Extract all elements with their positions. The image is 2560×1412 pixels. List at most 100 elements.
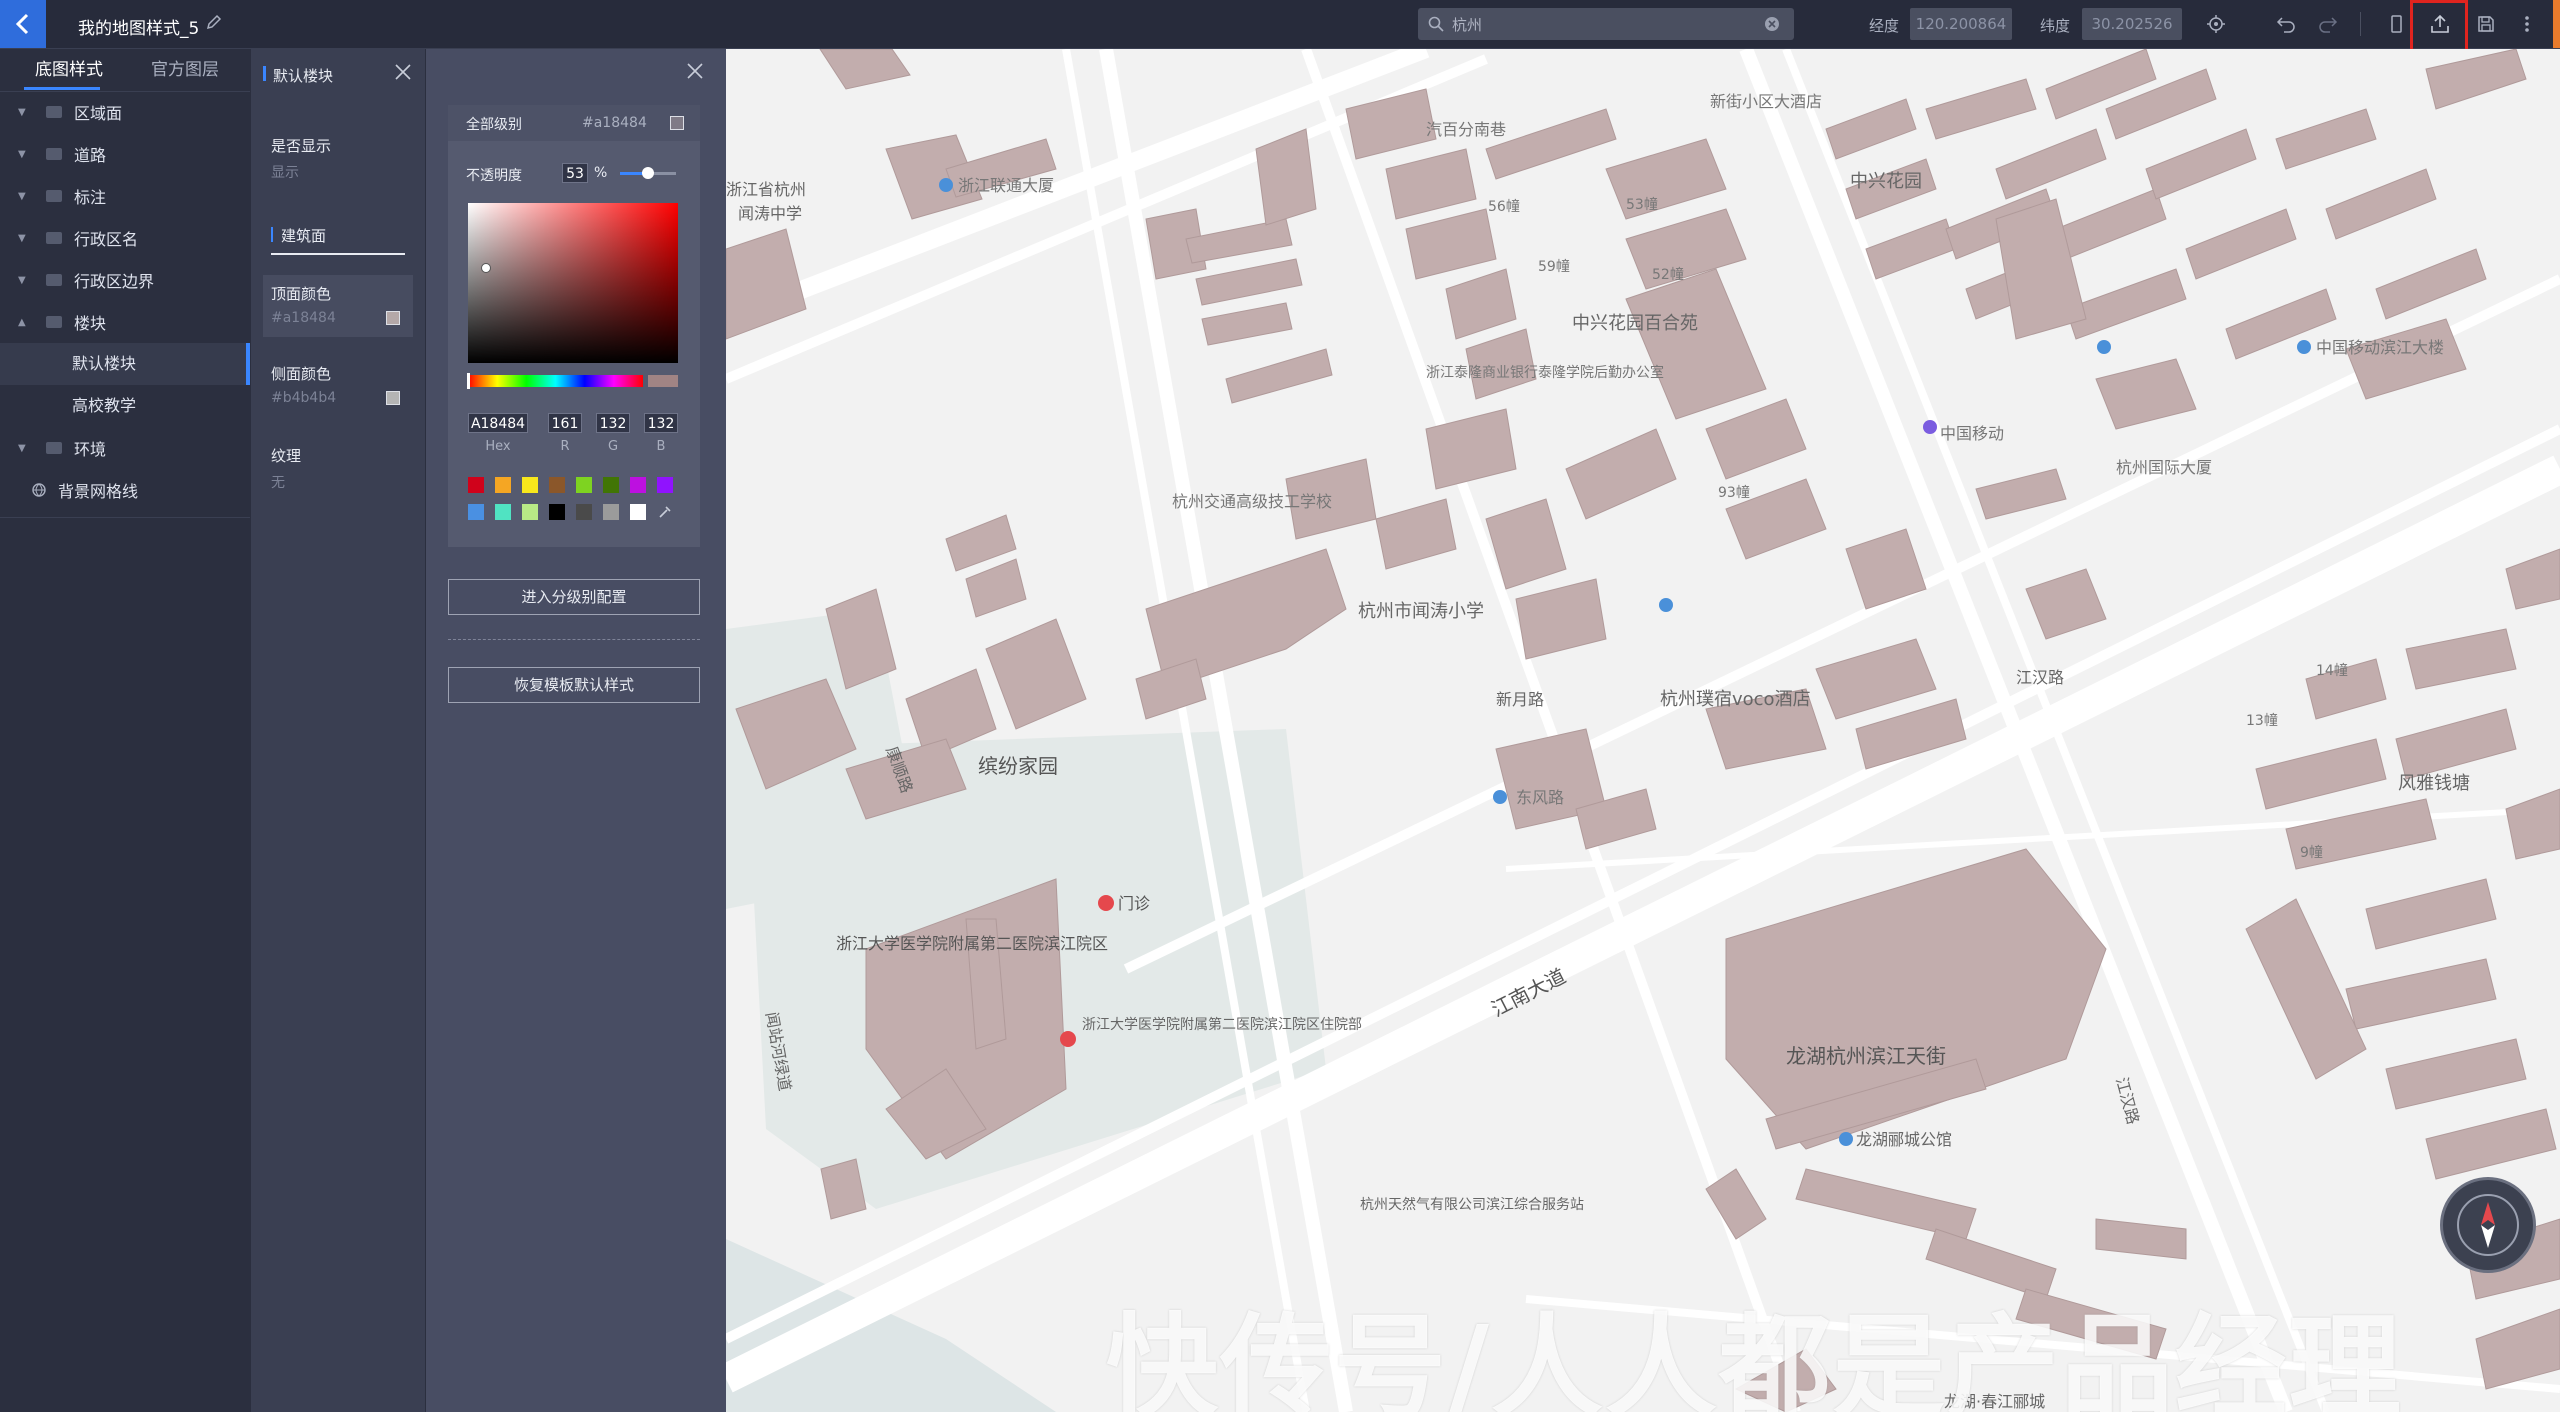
- building: [2425, 1108, 2557, 1180]
- tree-item-label: 标注: [74, 188, 107, 207]
- close-icon[interactable]: [394, 63, 412, 81]
- preset-color-swatch[interactable]: [522, 477, 538, 493]
- level-config-button[interactable]: 进入分级别配置: [448, 579, 700, 615]
- preset-color-swatch[interactable]: [657, 477, 673, 493]
- map-label: 9幢: [2300, 844, 2323, 861]
- more-icon[interactable]: [2518, 10, 2536, 38]
- hex-input[interactable]: A18484: [468, 413, 528, 433]
- opacity-input[interactable]: 53: [562, 163, 588, 183]
- saturation-value-area[interactable]: [468, 203, 678, 363]
- caret-down-icon: ▼: [18, 232, 26, 244]
- preset-color-swatch[interactable]: [603, 477, 619, 493]
- sv-cursor[interactable]: [481, 263, 491, 273]
- preset-color-swatch[interactable]: [549, 477, 565, 493]
- tree-item-building[interactable]: ▲ 楼块: [0, 301, 250, 343]
- visible-value[interactable]: 显示: [271, 162, 299, 182]
- building: [1825, 98, 1917, 160]
- longitude-field[interactable]: 120.200864: [1910, 8, 2012, 40]
- map-label: 93幢: [1718, 484, 1750, 501]
- preset-color-swatch[interactable]: [522, 504, 538, 520]
- building: [2475, 1308, 2560, 1390]
- tree-item-district-name[interactable]: ▼ 行政区名: [0, 217, 250, 259]
- latitude-field[interactable]: 30.202526: [2082, 8, 2182, 40]
- building: [2405, 628, 2517, 690]
- hue-slider[interactable]: [468, 375, 643, 387]
- edit-icon[interactable]: [204, 12, 224, 32]
- map-label: 52幢: [1652, 266, 1684, 283]
- hospital-icon: [1098, 895, 1114, 911]
- preset-color-swatch[interactable]: [576, 504, 592, 520]
- longitude-label: 经度: [1869, 17, 1900, 35]
- tree-item-label-layer[interactable]: ▼ 标注: [0, 175, 250, 217]
- top-color-value: #a18484: [271, 310, 336, 326]
- folder-icon: [46, 190, 62, 202]
- compass-control[interactable]: [2440, 1177, 2536, 1273]
- building: [1375, 498, 1457, 570]
- window-edge: [2553, 0, 2560, 48]
- preset-color-swatch[interactable]: [603, 504, 619, 520]
- tree-item-road[interactable]: ▼ 道路: [0, 133, 250, 175]
- building: [965, 558, 1027, 618]
- tree-item-default-block[interactable]: 默认楼块: [0, 343, 250, 385]
- save-icon[interactable]: [2472, 10, 2500, 38]
- color-picker-panel: 全部级别 #a18484 不透明度 53 % A18484 161 132 13…: [426, 49, 726, 1412]
- tree-item-area[interactable]: ▼ 区域面: [0, 91, 250, 133]
- building: [1625, 268, 1767, 420]
- preset-color-swatch[interactable]: [468, 477, 484, 493]
- map-label: 龙湖郦城公馆: [1856, 1130, 1952, 1149]
- preset-color-swatch[interactable]: [576, 477, 592, 493]
- preset-color-swatch[interactable]: [630, 477, 646, 493]
- poi-icon: [1839, 1132, 1853, 1146]
- preset-color-swatch[interactable]: [468, 504, 484, 520]
- hue-handle[interactable]: [467, 373, 470, 389]
- tab-official-layers[interactable]: 官方图层: [130, 49, 240, 91]
- close-icon[interactable]: [686, 62, 704, 80]
- building: [1845, 528, 1927, 610]
- caret-down-icon: ▼: [18, 274, 26, 286]
- building: [1565, 428, 1677, 520]
- tree-item-campus[interactable]: 高校教学: [0, 385, 250, 427]
- back-button[interactable]: [0, 0, 46, 48]
- building: [2255, 738, 2387, 810]
- section-marker: [271, 227, 273, 242]
- tree-item-label: 行政区边界: [74, 272, 155, 291]
- g-input[interactable]: 132: [596, 413, 630, 433]
- b-input[interactable]: 132: [644, 413, 678, 433]
- search-box[interactable]: [1418, 8, 1794, 40]
- restore-default-button[interactable]: 恢复模板默认样式: [448, 667, 700, 703]
- locate-icon[interactable]: [2202, 10, 2230, 38]
- building: [1185, 218, 1293, 264]
- preset-color-swatch[interactable]: [630, 504, 646, 520]
- redo-icon[interactable]: [2314, 10, 2342, 38]
- phone-preview-icon[interactable]: [2382, 10, 2410, 38]
- opacity-slider-handle[interactable]: [642, 167, 654, 179]
- undo-icon[interactable]: [2272, 10, 2300, 38]
- side-color-swatch[interactable]: [386, 391, 400, 405]
- r-input[interactable]: 161: [548, 413, 582, 433]
- tree-item-grid[interactable]: 背景网格线: [0, 469, 250, 511]
- level-color-swatch[interactable]: [670, 116, 684, 130]
- map-label: 杭州璞宿voco酒店: [1660, 689, 1811, 710]
- map-canvas[interactable]: 浙江省杭州 闻涛中学 浙江联通大厦 汽百分南巷 新街小区大酒店 中兴花园 中兴花…: [726, 49, 2560, 1412]
- preset-color-swatch[interactable]: [495, 504, 511, 520]
- alpha-slider[interactable]: [648, 375, 678, 387]
- preset-color-swatch[interactable]: [495, 477, 511, 493]
- eyedropper-icon[interactable]: [657, 504, 673, 524]
- building: [2095, 1218, 2187, 1260]
- compass-icon: [2457, 1194, 2519, 1256]
- river-area: [726, 1239, 1056, 1412]
- search-icon: [1428, 16, 1444, 32]
- clear-icon[interactable]: [1764, 16, 1780, 32]
- map-label: 53幢: [1626, 196, 1658, 213]
- building: [2345, 958, 2497, 1030]
- top-color-swatch[interactable]: [386, 311, 400, 325]
- latitude-label: 纬度: [2040, 17, 2071, 35]
- texture-value[interactable]: 无: [271, 472, 285, 492]
- tree-item-district-border[interactable]: ▼ 行政区边界: [0, 259, 250, 301]
- panel-title: 默认楼块: [273, 67, 334, 85]
- tab-base-style[interactable]: 底图样式: [14, 49, 124, 91]
- search-input[interactable]: [1452, 8, 1752, 40]
- level-color-value: #a18484: [582, 115, 647, 131]
- preset-color-swatch[interactable]: [549, 504, 565, 520]
- tree-item-environment[interactable]: ▼ 环境: [0, 427, 250, 469]
